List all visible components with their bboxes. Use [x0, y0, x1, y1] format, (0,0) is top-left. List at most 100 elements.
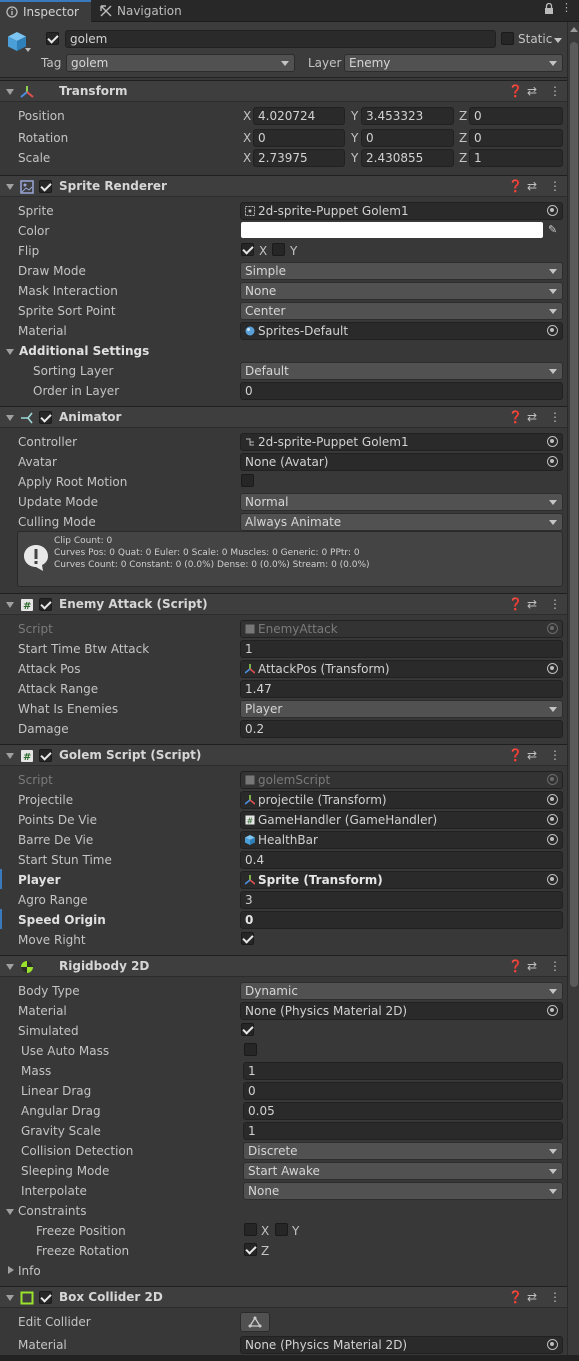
scrollbar-thumb[interactable]: [570, 42, 578, 987]
rotation-y-field[interactable]: 0: [361, 129, 454, 147]
help-icon[interactable]: ❓: [508, 179, 523, 193]
edit-collider-button[interactable]: [240, 1312, 270, 1332]
update-mode-dropdown[interactable]: Normal: [240, 493, 563, 511]
agro-range-field[interactable]: 3: [240, 891, 563, 909]
object-picker-icon[interactable]: [547, 1339, 558, 1350]
sort-point-dropdown[interactable]: Center: [240, 302, 563, 320]
mass-field[interactable]: 1: [243, 1062, 563, 1080]
context-menu-icon[interactable]: ⋮: [549, 1290, 561, 1304]
fold-arrow-icon[interactable]: [8, 1266, 14, 1274]
constraints-label[interactable]: Constraints: [18, 1204, 86, 1218]
active-checkbox[interactable]: [46, 32, 59, 45]
linear-drag-field[interactable]: 0: [243, 1082, 563, 1100]
golem-script-header[interactable]: # Golem Script (Script) ❓ ⇄ ⋮: [0, 744, 567, 766]
fold-arrow-icon[interactable]: [6, 1295, 14, 1301]
start-stun-field[interactable]: 0.4: [240, 851, 563, 869]
tag-dropdown[interactable]: golem: [66, 54, 295, 72]
position-z-field[interactable]: 0: [469, 107, 563, 125]
fold-arrow-icon[interactable]: [6, 602, 14, 608]
preset-icon[interactable]: ⇄: [527, 1290, 537, 1304]
fold-arrow-icon[interactable]: [6, 1209, 14, 1215]
barre-de-vie-field[interactable]: HealthBar: [240, 831, 563, 849]
rigidbody-header[interactable]: Rigidbody 2D ❓ ⇄ ⋮: [0, 955, 567, 977]
start-time-field[interactable]: 1: [240, 640, 563, 658]
angular-drag-field[interactable]: 0.05: [243, 1102, 563, 1120]
axis-z-label[interactable]: Z: [459, 109, 467, 123]
object-picker-icon[interactable]: [547, 663, 558, 674]
sleeping-mode-dropdown[interactable]: Start Awake: [243, 1162, 563, 1180]
color-swatch[interactable]: [241, 222, 543, 238]
fold-arrow-icon[interactable]: [6, 753, 14, 759]
collider-material-field[interactable]: None (Physics Material 2D): [240, 1336, 563, 1354]
object-picker-icon[interactable]: [547, 436, 558, 447]
freeze-position-x-checkbox[interactable]: [244, 1223, 257, 1236]
eyedropper-icon[interactable]: ✎: [548, 223, 557, 236]
context-menu-icon[interactable]: ⋮: [549, 959, 561, 973]
scale-y-field[interactable]: 2.430855: [361, 149, 454, 167]
tab-inspector[interactable]: Inspector: [0, 0, 91, 22]
axis-x-label[interactable]: X: [243, 109, 251, 123]
sprite-field[interactable]: 2d-sprite-Puppet Golem1: [240, 202, 563, 220]
sprite-renderer-header[interactable]: Sprite Renderer ❓ ⇄ ⋮: [0, 175, 567, 197]
points-de-vie-field[interactable]: # GameHandler (GameHandler): [240, 811, 563, 829]
axis-y-label[interactable]: Y: [351, 131, 358, 145]
box-collider-header[interactable]: Box Collider 2D ❓ ⇄ ⋮: [0, 1286, 567, 1308]
object-picker-icon[interactable]: [547, 794, 558, 805]
object-name-field[interactable]: golem: [65, 30, 496, 48]
fold-arrow-icon[interactable]: [6, 349, 14, 355]
object-picker-icon[interactable]: [547, 814, 558, 825]
rotation-z-field[interactable]: 0: [469, 129, 563, 147]
static-label[interactable]: Static: [518, 32, 552, 46]
help-icon[interactable]: ❓: [508, 84, 523, 98]
more-options-icon[interactable]: ⋮: [561, 1, 572, 14]
fold-arrow-icon[interactable]: [6, 184, 14, 190]
enemy-attack-header[interactable]: # Enemy Attack (Script) ❓ ⇄ ⋮: [0, 593, 567, 615]
draw-mode-dropdown[interactable]: Simple: [240, 262, 563, 280]
gravity-scale-field[interactable]: 1: [243, 1122, 563, 1140]
controller-field[interactable]: 2d-sprite-Puppet Golem1: [240, 433, 563, 451]
rotation-x-field[interactable]: 0: [253, 129, 345, 147]
flip-y-checkbox[interactable]: [272, 243, 285, 256]
preset-icon[interactable]: ⇄: [527, 959, 537, 973]
preset-icon[interactable]: ⇄: [527, 748, 537, 762]
fold-arrow-icon[interactable]: [6, 89, 14, 95]
flip-x-checkbox[interactable]: [241, 243, 254, 256]
preset-icon[interactable]: ⇄: [527, 597, 537, 611]
lock-icon[interactable]: [544, 2, 554, 17]
speed-origin-field[interactable]: 0: [240, 911, 563, 929]
axis-y-label[interactable]: Y: [351, 109, 358, 123]
help-icon[interactable]: ❓: [508, 410, 523, 424]
object-picker-icon[interactable]: [547, 325, 558, 336]
help-icon[interactable]: ❓: [508, 1290, 523, 1304]
mask-interaction-dropdown[interactable]: None: [240, 282, 563, 300]
preset-icon[interactable]: ⇄: [527, 84, 537, 98]
axis-y-label[interactable]: Y: [351, 151, 358, 165]
attack-pos-field[interactable]: AttackPos (Transform): [240, 660, 563, 678]
apply-root-motion-checkbox[interactable]: [241, 474, 254, 487]
enable-checkbox[interactable]: [39, 180, 52, 193]
animator-header[interactable]: Animator ❓ ⇄ ⋮: [0, 406, 567, 428]
layer-dropdown[interactable]: Enemy: [344, 54, 563, 72]
freeze-rotation-z-checkbox[interactable]: [244, 1243, 257, 1256]
scale-x-field[interactable]: 2.73975: [253, 149, 345, 167]
enable-checkbox[interactable]: [39, 598, 52, 611]
fold-arrow-icon[interactable]: [6, 964, 14, 970]
sorting-layer-dropdown[interactable]: Default: [240, 362, 563, 380]
collision-detection-dropdown[interactable]: Discrete: [243, 1142, 563, 1160]
help-icon[interactable]: ❓: [508, 597, 523, 611]
tab-navigation[interactable]: Navigation: [100, 0, 182, 22]
fold-arrow-icon[interactable]: [6, 415, 14, 421]
preset-icon[interactable]: ⇄: [527, 179, 537, 193]
axis-x-label[interactable]: X: [243, 131, 251, 145]
object-picker-icon[interactable]: [547, 1005, 558, 1016]
object-picker-icon[interactable]: [547, 874, 558, 885]
simulated-checkbox[interactable]: [241, 1023, 254, 1036]
axis-z-label[interactable]: Z: [459, 131, 467, 145]
context-menu-icon[interactable]: ⋮: [549, 597, 561, 611]
context-menu-icon[interactable]: ⋮: [549, 748, 561, 762]
physics-material-field[interactable]: None (Physics Material 2D): [240, 1002, 563, 1020]
object-picker-icon[interactable]: [547, 834, 558, 845]
scale-z-field[interactable]: 1: [469, 149, 563, 167]
projectile-field[interactable]: projectile (Transform): [240, 791, 563, 809]
order-in-layer-field[interactable]: 0: [240, 382, 563, 400]
